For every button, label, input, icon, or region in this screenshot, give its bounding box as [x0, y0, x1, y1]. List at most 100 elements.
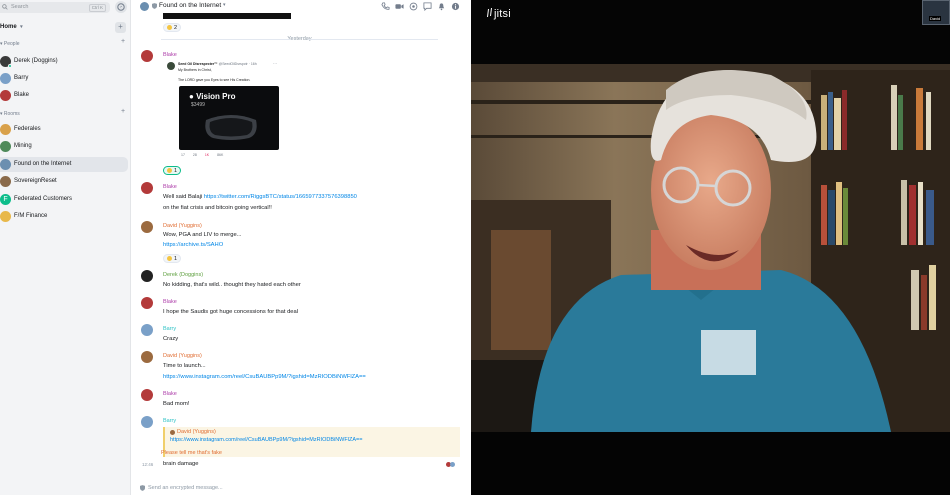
shield-icon	[140, 485, 145, 491]
message-timestamp: 12:46	[142, 462, 154, 467]
reaction-pill[interactable]: 2	[163, 23, 182, 32]
like-count: 1K	[204, 153, 210, 157]
sender-name[interactable]: Barry	[163, 326, 176, 332]
sidebar-item-derek[interactable]: Derek (Doggins)	[0, 54, 128, 69]
sidebar-item-federales[interactable]: Federales	[0, 122, 128, 137]
room-timeline-pane: Found on the Internet ▾ 2 Yesterday Blak…	[131, 0, 468, 495]
avatar[interactable]	[141, 351, 153, 363]
shield-icon	[152, 3, 157, 9]
sidebar-item-mining[interactable]: Mining	[0, 139, 128, 154]
message-link[interactable]: https://archive.ts/SAHO	[163, 242, 223, 248]
avatar[interactable]	[141, 324, 153, 336]
sidebar-item-label: Barry	[14, 75, 29, 81]
reply-count: 17	[181, 153, 185, 157]
sidebar-item-label: F/M Finance	[14, 213, 48, 219]
sender-name[interactable]: Blake	[163, 391, 177, 397]
jitsi-brand-text: jitsi	[494, 8, 511, 20]
sidebar-item-found-on-the-internet[interactable]: Found on the Internet	[0, 157, 128, 172]
self-view-thumbnail[interactable]: David	[922, 0, 950, 25]
tweet-author-avatar	[167, 62, 175, 70]
message-link[interactable]: https://www.instagram.com/reel/CsuBAUBPp…	[163, 374, 366, 380]
emoji-icon	[167, 24, 172, 30]
quoted-text: Please tell me that's fake	[161, 450, 222, 456]
reaction-pill[interactable]: 1	[163, 254, 182, 263]
avatar[interactable]	[141, 221, 153, 233]
sender-name[interactable]: Barry	[163, 418, 176, 424]
message-link[interactable]: https://twitter.com/RiggsBTC/status/1665…	[204, 194, 357, 200]
message-text: Time to launch...	[163, 363, 206, 369]
avatar[interactable]	[141, 270, 153, 282]
avatar[interactable]	[141, 50, 153, 62]
sidebar-item-blake[interactable]: Blake	[0, 88, 128, 103]
avatar: F	[0, 194, 11, 205]
tweet-image: ● Vision Pro $3499	[179, 86, 279, 150]
sidebar-item-sovereignreset[interactable]: SovereignReset	[0, 174, 128, 189]
avatar[interactable]	[141, 182, 153, 194]
add-room-button[interactable]: +	[121, 108, 125, 115]
people-section-label: People	[3, 41, 20, 47]
threads-icon[interactable]	[409, 2, 418, 11]
quoted-sender: David (Yuggins)	[177, 429, 216, 435]
tweet-text-line: The LORD gave you Eyes to see His Creati…	[178, 78, 251, 82]
avatar[interactable]	[141, 389, 153, 401]
chat-icon[interactable]	[423, 2, 432, 11]
reaction-count: 1	[174, 168, 178, 174]
jitsi-logo-icon	[487, 8, 492, 17]
avatar[interactable]	[141, 297, 153, 309]
video-call-icon[interactable]	[395, 2, 404, 11]
more-icon: ···	[273, 61, 277, 66]
compass-icon	[117, 3, 125, 11]
explore-rooms-button[interactable]	[115, 1, 127, 13]
reaction-pill[interactable]: 1	[163, 166, 182, 175]
avatar	[450, 462, 455, 467]
message-text: No kidding, that's wild.. thought they h…	[163, 282, 301, 288]
people-section-header[interactable]: ▾ People	[0, 41, 19, 47]
read-receipts[interactable]	[446, 462, 456, 468]
home-header[interactable]: Home ▾	[0, 24, 24, 30]
room-header: Found on the Internet ▾	[131, 0, 468, 13]
sidebar-item-fm-finance[interactable]: F/M Finance	[0, 209, 128, 224]
room-header-actions	[381, 2, 460, 11]
sender-name[interactable]: Derek (Doggins)	[163, 272, 203, 278]
sidebar-item-label: Found on the Internet	[14, 161, 72, 167]
sender-name[interactable]: Blake	[163, 184, 177, 190]
message-input[interactable]: Send an encrypted message...	[148, 485, 223, 491]
message-text: on the fiat crisis and bitcoin going ver…	[163, 205, 272, 211]
sender-name[interactable]: David (Yuggins)	[163, 223, 202, 229]
rooms-section-header[interactable]: ▾ Rooms	[0, 111, 20, 117]
message-text: Crazy	[163, 336, 179, 342]
room-avatar[interactable]	[140, 2, 149, 11]
avatar[interactable]	[141, 416, 153, 428]
sidebar-item-federated-customers[interactable]: F Federated Customers	[0, 192, 128, 207]
message-text: I hope the Saudis got huge concessions f…	[163, 309, 299, 315]
retweet-count: 28	[192, 153, 197, 157]
jitsi-brand: jitsi	[486, 8, 511, 20]
room-title[interactable]: Found on the Internet	[159, 2, 221, 9]
tweet-text-line: My Brothers in Christ,	[178, 68, 212, 72]
chevron-down-icon[interactable]: ▾	[223, 2, 226, 8]
previous-attachment-edge	[163, 13, 291, 19]
view-count: 86K	[217, 153, 224, 157]
message-text: Wow, PGA and LIV to merge...	[163, 232, 242, 238]
room-list-sidebar: Search Ctrl K Home ▾ + ▾ People + Derek …	[0, 0, 131, 495]
avatar	[0, 159, 11, 170]
avatar	[0, 211, 11, 222]
avatar	[0, 124, 11, 135]
sidebar-item-barry[interactable]: Barry	[0, 71, 128, 86]
sidebar-item-label: Federales	[14, 126, 41, 132]
bell-icon[interactable]	[437, 2, 446, 11]
add-people-button[interactable]: +	[121, 38, 125, 45]
sender-name[interactable]: Blake	[163, 299, 177, 305]
voice-call-icon[interactable]	[381, 2, 390, 11]
search-box[interactable]: Search Ctrl K	[0, 2, 110, 13]
tweet-image-price: $3499	[191, 102, 205, 108]
info-icon[interactable]	[451, 2, 460, 11]
tweet-embed[interactable]: Seed Oil Disrespecter™ @SeedOilDsrspctr …	[163, 58, 281, 162]
add-button[interactable]: +	[115, 22, 126, 33]
sender-name[interactable]: David (Yuggins)	[163, 353, 202, 359]
search-shortcut: Ctrl K	[88, 4, 106, 12]
home-label: Home	[0, 24, 17, 30]
quoted-link[interactable]: https://www.instagram.com/reel/CsuBAUBPp…	[170, 437, 362, 443]
tweet-image-title: ● Vision Pro	[189, 92, 236, 101]
sidebar-item-label: Federated Customers	[14, 196, 73, 202]
